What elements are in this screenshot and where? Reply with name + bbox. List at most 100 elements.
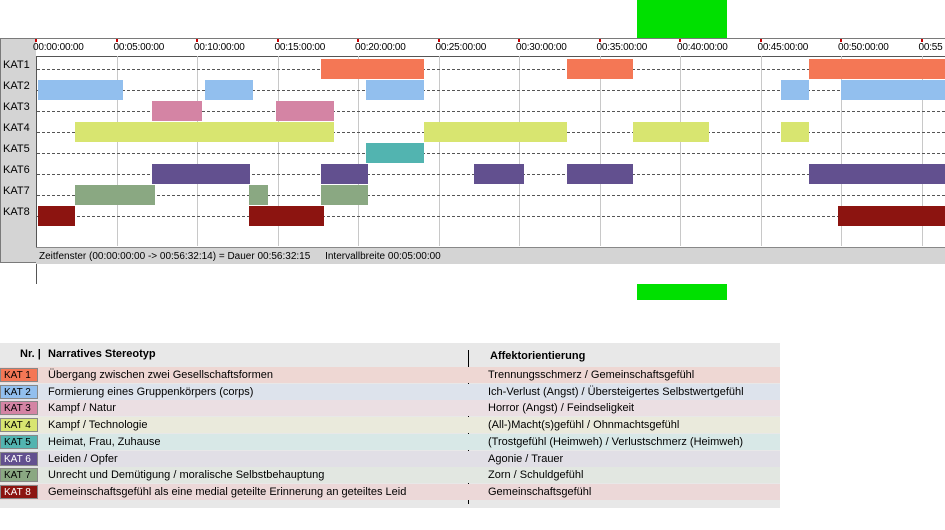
legend-stereotyp: Kampf / Technologie: [48, 419, 148, 432]
segment-bar-kat6[interactable]: [808, 164, 945, 184]
segment-bar-kat7[interactable]: [320, 185, 368, 205]
segment-bar-kat8[interactable]: [837, 206, 945, 226]
legend-stereotyp: Heimat, Frau, Zuhause: [48, 435, 161, 448]
intervall-text: Intervallbreite 00:05:00:00: [325, 251, 441, 262]
row-label-kat6: KAT6: [3, 164, 30, 176]
time-tick-label: 00:00:00:00: [33, 42, 84, 53]
time-tick-mark: [679, 39, 681, 42]
time-tick-mark: [115, 39, 118, 42]
segment-bar-kat8[interactable]: [248, 206, 325, 226]
legend-stereotyp: Leiden / Opfer: [48, 452, 118, 465]
legend-affekt: Trennungsschmerz / Gemeinschaftsgefühl: [488, 369, 695, 381]
legend-row: KAT 5 Heimat, Frau, Zuhause (Trostgefühl (…: [0, 433, 780, 450]
legend-affekt: Ich-Verlust (Angst) / Übersteigertes Sel…: [488, 385, 744, 398]
time-tick-label: 00:30:00:00: [516, 42, 567, 53]
legend-category-badge: KAT 4: [0, 418, 38, 433]
segment-bar-kat4[interactable]: [781, 122, 809, 142]
legend-affekt: (Trostgefühl (Heimweh) / Verlustschmerz …: [488, 435, 744, 448]
green-marker-top: [637, 0, 727, 38]
grid-line: [599, 56, 601, 246]
row-label-kat5: KAT5: [3, 143, 30, 155]
time-ruler[interactable]: 00:00:00:00 00:05:00:00 00:10:00:00 00:15:0…: [33, 39, 945, 56]
status-bar: Zeitfenster (00:00:00:00 -> 00:56:32:14)…: [36, 247, 945, 264]
legend-category-badge: KAT 8: [0, 484, 38, 499]
time-tick-label: 00:50:00:00: [838, 42, 889, 53]
segment-bar-kat3[interactable]: [275, 101, 334, 121]
legend-affekt: Agonie / Trauer: [488, 452, 564, 465]
segment-bar-kat4[interactable]: [424, 122, 568, 142]
row-label-kat1: KAT1: [3, 59, 30, 71]
row-label-kat7: KAT7: [3, 185, 30, 197]
grid-line: [519, 56, 520, 246]
segment-bar-kat4[interactable]: [633, 122, 709, 142]
grid-line: [760, 56, 762, 246]
legend-row: KAT 4 Kampf / Technologie (All-)Macht(s)ge…: [0, 417, 780, 434]
zeitfenster-text: Zeitfenster (00:00:00:00 -> 00:56:32:14)…: [39, 251, 311, 262]
legend-category-badge: KAT 3: [0, 401, 38, 416]
segment-bar-kat7[interactable]: [248, 185, 268, 205]
grid-line: [358, 56, 359, 246]
grid-line: [438, 56, 440, 246]
row-label-kat8: KAT8: [3, 206, 30, 218]
segment-bar-kat2[interactable]: [781, 80, 809, 100]
segment-bar-kat5[interactable]: [366, 143, 424, 163]
time-tick-label: 00:45:00:00: [757, 42, 809, 53]
legend-affekt: Horror (Angst) / Feindseligkeit: [488, 402, 635, 415]
category-legend-table: Nr. | Narratives Stereotyp Affektorienti…: [0, 343, 780, 508]
time-tick-label: 00:35:00:00: [596, 42, 648, 53]
row-label-kat4: KAT4: [3, 122, 30, 134]
legend-category-badge: KAT 1: [0, 368, 38, 382]
legend-stereotyp: Übergang zwischen zwei Gesellschaftsform…: [48, 369, 273, 381]
time-tick-mark: [759, 39, 762, 42]
legend-affekt: Zorn / Schuldgefühl: [488, 469, 584, 482]
legend-stereotyp: Kampf / Natur: [48, 402, 116, 415]
time-tick-mark: [920, 39, 923, 42]
time-tick-label: 00:40:00:00: [677, 42, 728, 53]
segment-bar-kat3[interactable]: [151, 101, 202, 121]
row-label-kat2: KAT2: [3, 80, 30, 92]
time-tick-label: 00:55: [918, 42, 943, 53]
segment-bar-kat4[interactable]: [74, 122, 334, 142]
segment-bar-kat6[interactable]: [567, 164, 634, 184]
legend-row: KAT 7 Unrecht und Demütigung / moralische…: [0, 467, 780, 484]
time-tick-label: 00:05:00:00: [113, 42, 165, 53]
legend-stereotyp: Formierung eines Gruppenkörpers (corps): [48, 385, 254, 398]
legend-affekt: Gemeinschaftsgefühl: [488, 485, 592, 498]
time-tick-mark: [518, 39, 520, 42]
legend-category-badge: KAT 7: [0, 468, 38, 483]
legend-stereotyp: Gemeinschaftsgefühl als eine medial gete…: [48, 485, 407, 498]
segment-bar-kat1[interactable]: [567, 59, 634, 79]
segment-bar-kat6[interactable]: [320, 164, 368, 184]
time-tick-label: 00:25:00:00: [435, 42, 487, 53]
row-guide-line: [37, 90, 945, 91]
legend-category-badge: KAT 5: [0, 434, 38, 449]
time-tick-mark: [276, 39, 279, 42]
legend-row: KAT 3 Kampf / Natur Horror (Angst) / Feind…: [0, 400, 780, 417]
legend-row: KAT 8 Gemeinschaftsgefühl als eine medial…: [0, 483, 780, 500]
row-guide-line: [37, 153, 945, 154]
legend-row: KAT 1 Übergang zwischen zwei Gesellschaft…: [0, 367, 780, 383]
time-tick-label: 00:10:00:00: [194, 42, 245, 53]
segment-bar-kat1[interactable]: [808, 59, 945, 79]
legend-affekt: (All-)Macht(s)gefühl / Ohnmachtsgefühl: [488, 419, 680, 432]
legend-category-badge: KAT 2: [0, 384, 38, 399]
segment-bar-kat2[interactable]: [205, 80, 254, 100]
time-tick-label: 00:20:00:00: [355, 42, 406, 53]
segment-bar-kat8[interactable]: [38, 206, 75, 226]
segment-bar-kat2[interactable]: [841, 80, 945, 100]
segment-bar-kat6[interactable]: [151, 164, 251, 184]
segment-bar-kat6[interactable]: [473, 164, 524, 184]
time-tick-mark: [35, 39, 37, 42]
time-tick-mark: [598, 39, 601, 42]
time-tick-mark: [357, 39, 359, 42]
legend-category-badge: KAT 6: [0, 451, 38, 466]
segment-bar-kat1[interactable]: [320, 59, 424, 79]
segment-bar-kat7[interactable]: [74, 185, 156, 205]
legend-row: KAT 6 Leiden / Opfer Agonie / Trauer: [0, 450, 780, 467]
segment-bar-kat2[interactable]: [366, 80, 424, 100]
legend-header-affekt: Affektorientierung: [490, 350, 586, 362]
grid-line: [197, 56, 198, 246]
grid-line: [680, 56, 681, 246]
segment-bar-kat2[interactable]: [38, 80, 123, 100]
legend-stereotyp: Unrecht und Demütigung / moralische Selb…: [48, 469, 325, 482]
